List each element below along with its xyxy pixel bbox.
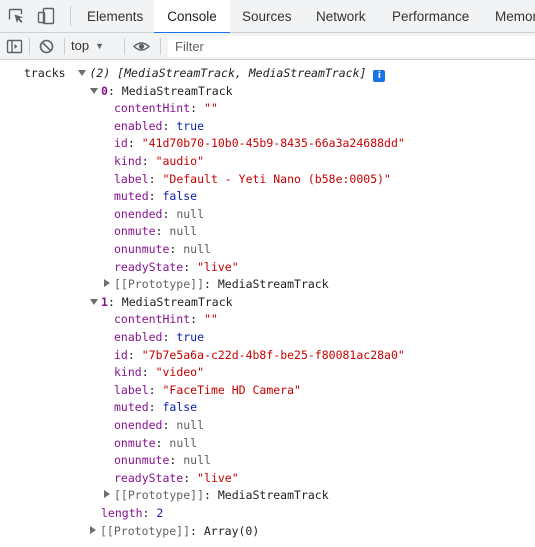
property-row: enabled: true <box>114 330 205 344</box>
property-value: null <box>183 242 211 256</box>
property-value: "live" <box>197 259 239 274</box>
toolbar-divider <box>124 38 125 55</box>
expand-triangle-icon[interactable] <box>90 87 98 94</box>
prototype-row[interactable]: [[Prototype]]: Array(0) <box>90 523 259 541</box>
array-item-header[interactable]: 0: MediaStreamTrack <box>90 83 233 101</box>
property-row: onmute: null <box>114 224 198 239</box>
expand-triangle-icon[interactable] <box>104 279 110 288</box>
tab-performance[interactable]: Performance <box>392 0 469 33</box>
object-type: MediaStreamTrack <box>121 294 233 309</box>
toolbar-divider <box>160 38 161 55</box>
property-value: true <box>176 330 205 344</box>
property-row: kind: "audio" <box>114 154 205 168</box>
device-toolbar-icon[interactable] <box>37 7 55 25</box>
length-key: length <box>101 506 143 520</box>
property-row: contentHint: "" <box>114 101 218 116</box>
property-row: muted: false <box>114 189 198 204</box>
array-summary: (2) [MediaStreamTrack, MediaStreamTrack] <box>89 66 367 80</box>
property-value: null <box>169 224 198 239</box>
tab-memory[interactable]: Memor <box>495 0 535 33</box>
property-row: onended: null <box>114 206 205 221</box>
prototype-value: MediaStreamTrack <box>217 277 329 292</box>
expand-triangle-icon[interactable] <box>90 298 98 305</box>
property-value: "" <box>204 101 218 116</box>
property-row: muted: false <box>114 400 198 415</box>
prototype-row[interactable]: [[Prototype]]: MediaStreamTrack <box>104 487 329 505</box>
property-row: kind: "video" <box>114 365 205 380</box>
property-row: enabled: true <box>114 118 205 133</box>
property-row: onunmute: null <box>114 453 211 468</box>
property-row: onunmute: null <box>114 242 211 256</box>
prototype-key: [[Prototype]] <box>100 523 191 538</box>
info-icon[interactable]: i <box>373 70 386 82</box>
property-row: onmute: null <box>114 435 198 450</box>
prototype-key: [[Prototype]] <box>114 488 205 503</box>
toolbar-divider <box>64 38 65 55</box>
tab-network[interactable]: Network <box>316 0 366 33</box>
property-value: "video" <box>155 365 205 380</box>
property-value: "FaceTime HD Camera" <box>162 382 301 397</box>
expand-triangle-icon[interactable] <box>90 525 96 534</box>
clear-console-icon[interactable] <box>38 38 55 55</box>
console-toolbar: top ▼ <box>0 33 535 60</box>
property-value: "live" <box>197 470 239 485</box>
expand-triangle-icon[interactable] <box>104 490 110 499</box>
array-index: 1 <box>101 294 108 309</box>
live-expression-eye-icon[interactable] <box>132 38 151 55</box>
tab-sources[interactable]: Sources <box>242 0 292 33</box>
property-value: null <box>183 453 211 468</box>
inspect-element-icon[interactable] <box>7 7 25 25</box>
prototype-value: Array(0) <box>203 523 260 538</box>
property-row: id: "41d70b70-10b0-45b9-8435-66a3a24688d… <box>114 136 405 151</box>
property-value: false <box>162 400 198 415</box>
array-item-header[interactable]: 1: MediaStreamTrack <box>90 294 233 312</box>
console-log-entry[interactable]: tracks (2) [MediaStreamTrack, MediaStrea… <box>24 65 386 83</box>
property-value: "" <box>204 312 218 327</box>
object-type: MediaStreamTrack <box>121 83 233 98</box>
prototype-key: [[Prototype]] <box>114 277 205 292</box>
property-row: label: "Default - Yeti Nano (b58e:0005)" <box>114 171 391 186</box>
prototype-row[interactable]: [[Prototype]]: MediaStreamTrack <box>104 276 329 294</box>
property-row: label: "FaceTime HD Camera" <box>114 382 301 397</box>
property-row: id: "7b7e5a6a-c22d-4b8f-be25-f80081ac28a… <box>114 347 405 362</box>
property-row: contentHint: "" <box>114 312 218 327</box>
filter-input[interactable] <box>168 36 535 57</box>
prototype-value: MediaStreamTrack <box>217 488 329 503</box>
devtools-tab-bar: Elements Console Sources Network Perform… <box>0 0 535 34</box>
property-row: readyState: "live" <box>114 259 239 274</box>
array-length-row: length: 2 <box>101 506 164 520</box>
tab-elements[interactable]: Elements <box>87 0 143 33</box>
property-value: "Default - Yeti Nano (b58e:0005)" <box>162 171 391 186</box>
property-value: "audio" <box>155 154 205 168</box>
property-row: onended: null <box>114 418 205 432</box>
property-row: readyState: "live" <box>114 470 239 485</box>
tab-console[interactable]: Console <box>154 0 230 34</box>
array-index: 0 <box>101 83 108 98</box>
property-value: "7b7e5a6a-c22d-4b8f-be25-f80081ac28a0" <box>141 347 405 362</box>
variable-name: tracks <box>24 66 66 80</box>
expand-triangle-icon[interactable] <box>78 70 87 76</box>
property-value: true <box>176 118 205 133</box>
property-value: false <box>162 189 198 204</box>
property-value: null <box>176 418 205 432</box>
context-selector-label: top <box>71 38 90 53</box>
property-value: "41d70b70-10b0-45b9-8435-66a3a24688dd" <box>141 136 405 151</box>
tab-bar-divider <box>70 6 71 26</box>
property-value: null <box>176 206 205 221</box>
toolbar-divider <box>29 38 30 55</box>
console-output: tracks (2) [MediaStreamTrack, MediaStrea… <box>0 61 535 547</box>
sidebar-toggle-icon[interactable] <box>6 38 23 55</box>
property-value: null <box>169 435 198 450</box>
length-value: 2 <box>156 506 164 520</box>
dropdown-caret-icon: ▼ <box>95 41 104 51</box>
context-selector[interactable]: top ▼ <box>71 33 104 59</box>
